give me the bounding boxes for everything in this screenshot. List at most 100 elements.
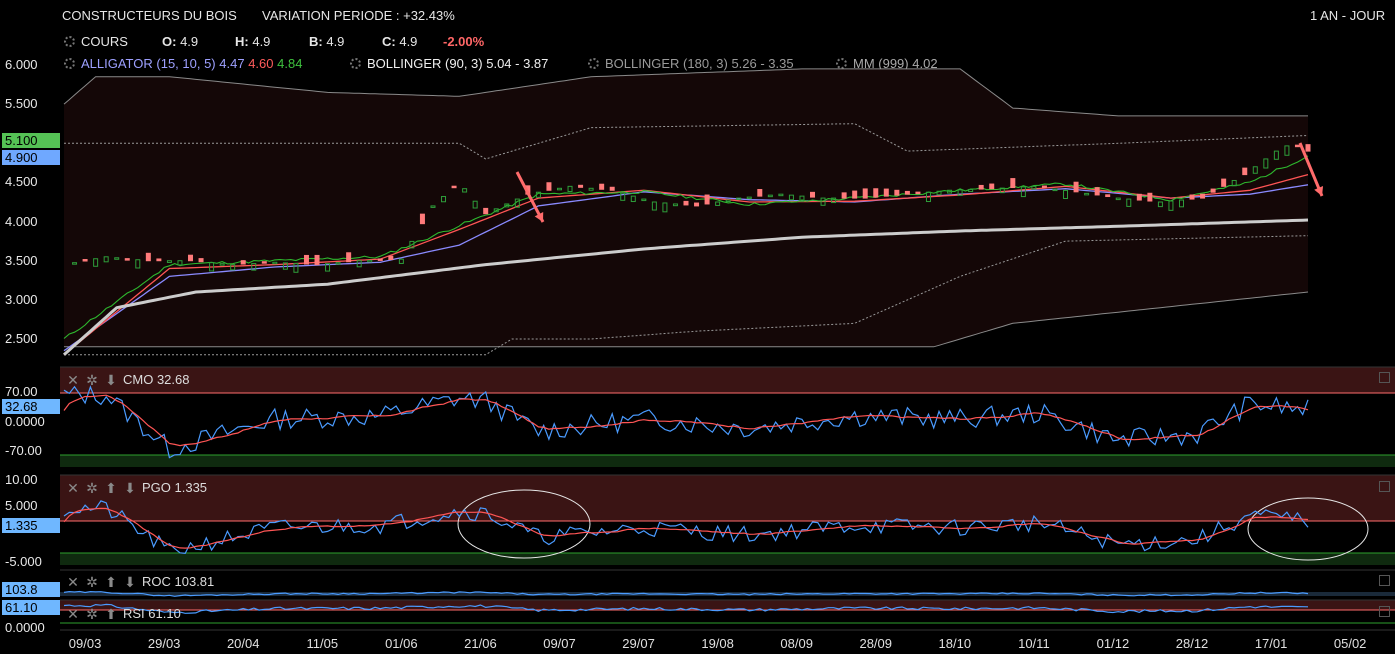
candle bbox=[1041, 185, 1047, 189]
rsi-panel-header: ✕ ✲ ⬆ RSI 61.10 bbox=[66, 606, 181, 621]
candle bbox=[1136, 193, 1142, 201]
candle bbox=[419, 213, 425, 225]
x-tick-label: 17/01 bbox=[1254, 636, 1288, 651]
candle bbox=[1221, 178, 1227, 187]
gear-icon[interactable]: ✲ bbox=[85, 373, 99, 387]
pgo-tick-bot: -5.000 bbox=[5, 554, 42, 569]
arrow-up-icon[interactable]: ⬆ bbox=[104, 607, 118, 621]
candle bbox=[145, 252, 151, 262]
candle bbox=[124, 258, 130, 261]
candle bbox=[757, 189, 763, 197]
candle bbox=[1147, 192, 1153, 202]
roc-panel-header: ✕ ✲ ⬆ ⬇ ROC 103.81 bbox=[66, 574, 214, 589]
pgo-value-tag: 1.335 bbox=[2, 518, 60, 533]
x-tick-label: 05/02 bbox=[1333, 636, 1367, 651]
cmo-checkbox[interactable] bbox=[1379, 372, 1390, 383]
gear-icon[interactable]: ✲ bbox=[85, 575, 99, 589]
roc-label: ROC 103.81 bbox=[142, 574, 215, 589]
pgo-label: PGO 1.335 bbox=[142, 480, 208, 495]
y-tick-label: 2.500 bbox=[5, 331, 38, 346]
x-tick-label: 10/11 bbox=[1018, 636, 1050, 651]
cmo-tick-top: 70.00 bbox=[5, 384, 38, 399]
close-icon[interactable]: ✕ bbox=[66, 481, 80, 495]
arrow-down-icon[interactable]: ⬇ bbox=[104, 373, 118, 387]
last-price-tag: 4.900 bbox=[2, 150, 60, 165]
candle bbox=[862, 188, 868, 199]
y-tick-label: 3.500 bbox=[5, 252, 38, 268]
roc-checkbox[interactable] bbox=[1379, 575, 1390, 586]
x-tick-label: 29/03 bbox=[147, 636, 181, 651]
rsi-label: RSI 61.10 bbox=[123, 606, 181, 621]
candle bbox=[841, 192, 847, 199]
x-tick-label: 11/05 bbox=[306, 636, 339, 651]
close-icon[interactable]: ✕ bbox=[66, 575, 80, 589]
candle bbox=[810, 191, 816, 198]
x-tick-label: 09/03 bbox=[68, 636, 102, 651]
gear-icon[interactable]: ✲ bbox=[85, 607, 99, 621]
pgo-tick-top: 10.00 bbox=[5, 472, 38, 487]
pgo-panel-header: ✕ ✲ ⬆ ⬇ PGO 1.335 bbox=[66, 480, 207, 495]
high-price-tag: 5.100 bbox=[2, 133, 60, 148]
candle bbox=[198, 258, 204, 263]
candle bbox=[303, 254, 309, 265]
candle bbox=[989, 183, 995, 190]
y-tick-label: 4.500 bbox=[5, 174, 38, 190]
candle bbox=[1073, 181, 1079, 193]
cmo-value-tag: 32.68 bbox=[2, 399, 60, 414]
cmo-oversold-zone bbox=[60, 455, 1395, 467]
y-tick-label: 5.500 bbox=[5, 96, 38, 112]
candle bbox=[1094, 187, 1100, 196]
candle bbox=[1010, 178, 1016, 189]
candle bbox=[188, 254, 194, 262]
candle bbox=[546, 182, 552, 191]
candle bbox=[377, 258, 383, 261]
candle bbox=[1210, 188, 1216, 193]
candle bbox=[346, 252, 352, 263]
candle bbox=[609, 186, 615, 191]
close-icon[interactable]: ✕ bbox=[66, 607, 80, 621]
candle bbox=[704, 194, 710, 205]
x-tick-label: 21/06 bbox=[464, 636, 497, 651]
candle bbox=[683, 200, 689, 206]
y-tick-label: 3.000 bbox=[5, 291, 38, 307]
candle bbox=[694, 202, 700, 207]
cmo-tick-bot: -70.00 bbox=[5, 443, 42, 458]
arrow-up-icon[interactable]: ⬆ bbox=[104, 575, 118, 589]
close-icon[interactable]: ✕ bbox=[66, 373, 80, 387]
candle bbox=[1305, 144, 1311, 152]
x-tick-label: 01/06 bbox=[385, 636, 418, 651]
candle bbox=[873, 188, 879, 198]
gear-icon[interactable]: ✲ bbox=[85, 481, 99, 495]
cmo-panel-header: ✕ ✲ ⬇ CMO 32.68 bbox=[66, 372, 189, 387]
x-tick-label: 01/12 bbox=[1096, 636, 1130, 651]
candle bbox=[578, 184, 584, 188]
cmo-tick-mid: 0.0000 bbox=[5, 414, 45, 429]
candle bbox=[240, 260, 246, 265]
pgo-tick-mid: 5.000 bbox=[5, 498, 38, 513]
candle bbox=[978, 184, 984, 190]
arrow-down-icon[interactable]: ⬇ bbox=[123, 481, 137, 495]
candle bbox=[894, 189, 900, 196]
cmo-label: CMO 32.68 bbox=[123, 372, 190, 387]
arrow-up-icon[interactable]: ⬆ bbox=[104, 481, 118, 495]
candle bbox=[483, 207, 489, 215]
arrow-down-icon[interactable]: ⬇ bbox=[123, 575, 137, 589]
rsi-value-tag: 61.10 bbox=[2, 600, 60, 615]
cmo-overbought-zone bbox=[60, 367, 1395, 393]
candle bbox=[82, 259, 88, 262]
y-tick-label: 4.000 bbox=[5, 213, 38, 229]
candle bbox=[261, 261, 267, 264]
candle bbox=[1200, 193, 1206, 199]
x-tick-label: 18/10 bbox=[938, 636, 972, 651]
chart-canvas[interactable] bbox=[0, 0, 1395, 654]
x-tick-label: 08/09 bbox=[780, 636, 813, 651]
candle bbox=[599, 183, 605, 190]
pgo-checkbox[interactable] bbox=[1379, 481, 1390, 492]
bollinger-180-band bbox=[64, 68, 1308, 347]
candle bbox=[314, 254, 320, 266]
pgo-overbought-zone bbox=[60, 475, 1395, 521]
candle bbox=[904, 190, 910, 195]
rsi-checkbox[interactable] bbox=[1379, 606, 1390, 617]
candle bbox=[1242, 167, 1248, 176]
x-tick-label: 19/08 bbox=[701, 636, 734, 651]
